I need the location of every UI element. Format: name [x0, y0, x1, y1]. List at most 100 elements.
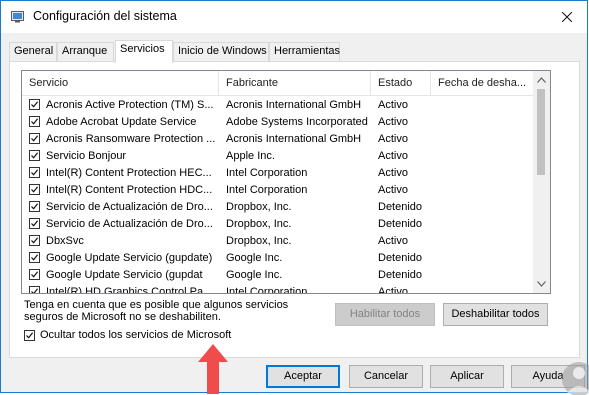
service-checkbox[interactable] — [29, 133, 40, 144]
service-vendor: Acronis International GmbH — [226, 133, 362, 145]
service-checkbox[interactable] — [29, 269, 40, 280]
system-config-window: Configuración del sistema General Arranq… — [0, 0, 589, 395]
table-row[interactable]: Acronis Active Protection (TM) S... Acro… — [22, 97, 537, 114]
service-status: Activo — [378, 116, 408, 128]
tab-label: Arranque — [62, 45, 108, 57]
tab-label: Inicio de Windows — [178, 45, 267, 57]
checkmark-icon — [31, 288, 39, 293]
table-row[interactable]: Servicio de Actualización de Dro... Drop… — [22, 216, 537, 233]
service-vendor: Google Inc. — [226, 252, 283, 264]
table-row[interactable]: DbxSvc Dropbox, Inc. Activo — [22, 233, 537, 250]
services-panel: Servicio Fabricante Estado Fecha de desh… — [9, 61, 580, 358]
column-header-servicio[interactable]: Servicio — [22, 71, 219, 95]
checkmark-icon — [31, 152, 39, 159]
title-bar: Configuración del sistema — [1, 1, 587, 33]
list-header: Servicio Fabricante Estado Fecha de desh… — [22, 71, 550, 96]
service-status: Activo — [378, 150, 408, 162]
service-name: Google Update Servicio (gupdat — [46, 269, 203, 281]
table-row[interactable]: Google Update Servicio (gupdate) Google … — [22, 250, 537, 267]
tab-arranque[interactable]: Arranque — [57, 42, 114, 61]
checkmark-icon — [31, 220, 39, 227]
chevron-up-icon — [537, 76, 546, 83]
service-vendor: Dropbox, Inc. — [226, 235, 292, 247]
tab-general[interactable]: General — [9, 42, 57, 61]
cancel-button[interactable]: Cancelar — [349, 365, 423, 388]
table-row[interactable]: Servicio de Actualización de Dro... Drop… — [22, 199, 537, 216]
service-checkbox[interactable] — [29, 184, 40, 195]
service-name: Google Update Servicio (gupdate) — [46, 252, 213, 264]
service-status: Detenido — [378, 218, 423, 230]
service-name: Intel(R) Content Protection HEC... — [46, 167, 212, 179]
scrollbar-thumb[interactable] — [537, 89, 545, 175]
service-checkbox[interactable] — [29, 116, 40, 127]
service-status: Activo — [378, 286, 408, 294]
ok-button[interactable]: Aceptar — [266, 365, 340, 388]
tab-herramientas[interactable]: Herramientas — [269, 42, 340, 61]
disable-all-button[interactable]: Deshabilitar todos — [443, 303, 548, 326]
service-name: Acronis Active Protection (TM) S... — [46, 99, 214, 111]
hide-microsoft-services-label: Ocultar todos los servicios de Microsoft — [40, 329, 232, 341]
service-status: Activo — [378, 184, 408, 196]
table-row[interactable]: Servicio Bonjour Apple Inc. Activo — [22, 148, 537, 165]
service-name: Servicio de Actualización de Dro... — [46, 201, 213, 213]
service-name: Intel(R) Content Protection HDC... — [46, 184, 213, 196]
table-row[interactable]: Intel(R) Content Protection HEC... Intel… — [22, 165, 537, 182]
service-name: DbxSvc — [46, 235, 84, 247]
table-row[interactable]: Adobe Acrobat Update Service Adobe Syste… — [22, 114, 537, 131]
checkmark-icon — [31, 186, 39, 193]
service-checkbox[interactable] — [29, 286, 40, 293]
service-vendor: Dropbox, Inc. — [226, 201, 292, 213]
checkmark-icon — [31, 118, 39, 125]
services-list[interactable]: Servicio Fabricante Estado Fecha de desh… — [21, 70, 551, 294]
tab-servicios[interactable]: Servicios — [115, 40, 173, 63]
service-checkbox[interactable] — [29, 99, 40, 110]
column-header-fabricante[interactable]: Fabricante — [219, 71, 371, 95]
service-status: Detenido — [378, 201, 423, 213]
service-name: Acronis Ransomware Protection ... — [46, 133, 216, 145]
vertical-scrollbar[interactable] — [533, 71, 550, 293]
service-checkbox[interactable] — [29, 252, 40, 263]
service-status: Activo — [378, 133, 408, 145]
tab-label: Herramientas — [274, 45, 341, 57]
enable-all-button[interactable]: Habilitar todos — [335, 303, 435, 326]
checkmark-icon — [26, 332, 34, 339]
tab-inicio-de-windows[interactable]: Inicio de Windows — [173, 42, 269, 61]
service-checkbox[interactable] — [29, 235, 40, 246]
service-name: Servicio de Actualización de Dro... — [46, 218, 213, 230]
service-name: Adobe Acrobat Update Service — [46, 116, 197, 128]
table-row[interactable]: Intel(R) Content Protection HDC... Intel… — [22, 182, 537, 199]
service-checkbox[interactable] — [29, 218, 40, 229]
table-row[interactable]: Google Update Servicio (gupdat Google In… — [22, 267, 537, 284]
service-vendor: Acronis International GmbH — [226, 99, 362, 111]
checkmark-icon — [31, 169, 39, 176]
service-status: Activo — [378, 99, 408, 111]
apply-button[interactable]: Aplicar — [430, 365, 504, 388]
close-icon — [562, 12, 572, 22]
service-vendor: Adobe Systems Incorporated — [226, 116, 368, 128]
scroll-down-button[interactable] — [537, 279, 546, 288]
tab-label: Servicios — [120, 43, 165, 55]
service-vendor: Google Inc. — [226, 269, 283, 281]
service-status: Detenido — [378, 252, 423, 264]
column-header-estado[interactable]: Estado — [371, 71, 431, 95]
service-vendor: Intel Corporation — [226, 184, 308, 196]
checkmark-icon — [31, 101, 39, 108]
table-row[interactable]: Intel(R) HD Graphics Control Pa... Intel… — [22, 284, 537, 294]
column-header-fecha-deshabilitado[interactable]: Fecha de desha... — [431, 71, 535, 95]
service-checkbox[interactable] — [29, 201, 40, 212]
tab-label: General — [14, 45, 54, 57]
checkmark-icon — [31, 237, 39, 244]
service-vendor: Intel Corporation — [226, 167, 308, 179]
close-button[interactable] — [547, 1, 587, 33]
service-vendor: Dropbox, Inc. — [226, 218, 292, 230]
red-arrow-up-icon — [198, 344, 228, 394]
chevron-down-icon — [537, 280, 546, 287]
scroll-up-button[interactable] — [537, 75, 546, 84]
system-config-app-icon — [11, 11, 24, 23]
table-row[interactable]: Acronis Ransomware Protection ... Acroni… — [22, 131, 537, 148]
hide-microsoft-services-checkbox[interactable] — [24, 330, 35, 341]
service-status: Activo — [378, 167, 408, 179]
service-checkbox[interactable] — [29, 150, 40, 161]
checkmark-icon — [31, 271, 39, 278]
service-checkbox[interactable] — [29, 167, 40, 178]
